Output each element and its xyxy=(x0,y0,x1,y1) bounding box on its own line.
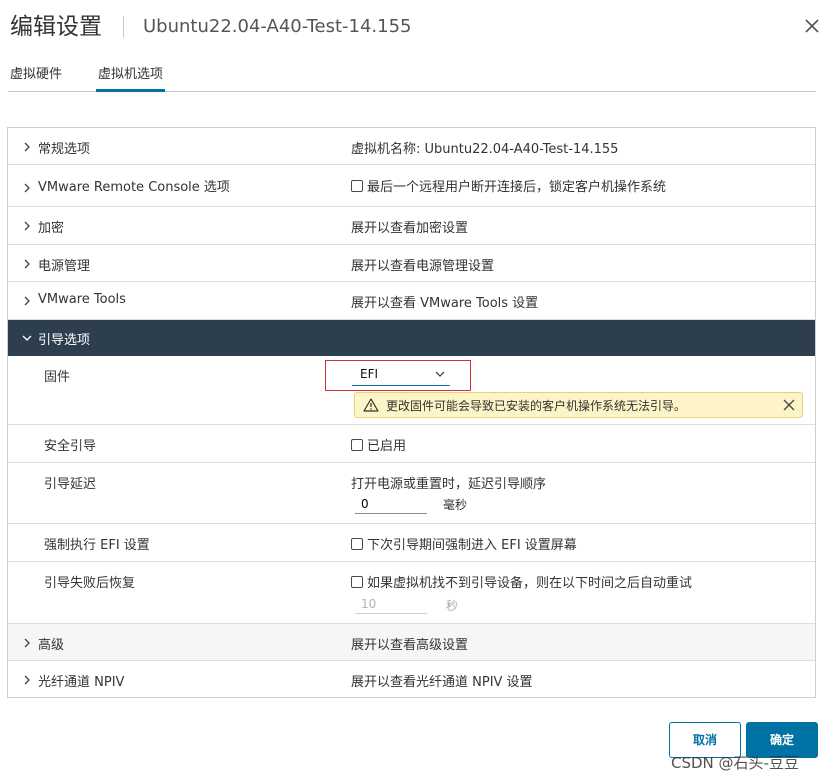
row-secure-boot: 安全引导 已启用 xyxy=(8,425,815,463)
chevron-right-icon xyxy=(21,141,33,153)
chevron-down-icon xyxy=(435,371,445,377)
boot-delay-input[interactable] xyxy=(355,494,427,514)
chevron-right-icon xyxy=(21,637,33,649)
secure-boot-enabled-label: 已启用 xyxy=(367,439,407,454)
section-label: 光纤通道 NPIV xyxy=(38,675,125,690)
tab-bar: 虚拟硬件 虚拟机选项 xyxy=(8,66,816,92)
vm-name-subtitle: Ubuntu22.04-A40-Test-14.155 xyxy=(143,16,412,37)
section-boot-options[interactable]: 引导选项 xyxy=(8,320,815,356)
section-fibre-channel-npiv[interactable]: 光纤通道 NPIV 展开以查看光纤通道 NPIV 设置 xyxy=(8,661,815,697)
firmware-highlight-box: EFI xyxy=(325,360,471,391)
warning-icon xyxy=(363,398,379,412)
settings-grid: 常规选项 虚拟机名称: Ubuntu22.04-A40-Test-14.155 … xyxy=(7,127,816,698)
section-value: 展开以查看 VMware Tools 设置 xyxy=(351,296,539,311)
dialog-title: 编辑设置 xyxy=(10,14,102,40)
section-value: 展开以查看高级设置 xyxy=(351,638,469,653)
vmrc-lock-checkbox[interactable] xyxy=(351,180,363,192)
section-general[interactable]: 常规选项 虚拟机名称: Ubuntu22.04-A40-Test-14.155 xyxy=(8,128,815,165)
failed-boot-option[interactable]: 如果虚拟机找不到引导设备，则在以下时间之后自动重试 xyxy=(351,572,692,591)
section-value: 虚拟机名称: Ubuntu22.04-A40-Test-14.155 xyxy=(351,142,619,157)
watermark-text: CSDN @石头-豆豆 xyxy=(671,754,799,772)
section-value: 展开以查看光纤通道 NPIV 设置 xyxy=(351,675,533,690)
close-icon[interactable] xyxy=(783,399,795,411)
chevron-right-icon xyxy=(21,674,33,686)
failed-boot-text: 如果虚拟机找不到引导设备，则在以下时间之后自动重试 xyxy=(367,576,693,591)
secure-boot-option[interactable]: 已启用 xyxy=(351,435,406,454)
force-efi-option[interactable]: 下次引导期间强制进入 EFI 设置屏幕 xyxy=(351,534,577,553)
force-efi-text: 下次引导期间强制进入 EFI 设置屏幕 xyxy=(367,538,577,553)
retry-delay-input[interactable] xyxy=(355,594,427,614)
firmware-label: 固件 xyxy=(44,370,71,385)
section-label: 引导选项 xyxy=(38,333,91,348)
section-label: 加密 xyxy=(38,221,65,236)
secure-boot-label: 安全引导 xyxy=(44,439,97,454)
section-value: 展开以查看加密设置 xyxy=(351,221,469,236)
section-advanced[interactable]: 高级 展开以查看高级设置 xyxy=(8,624,815,661)
firmware-select[interactable]: EFI xyxy=(352,366,450,386)
force-efi-checkbox[interactable] xyxy=(351,538,363,550)
close-icon[interactable] xyxy=(800,14,824,38)
section-label: 电源管理 xyxy=(38,259,91,274)
chevron-right-icon xyxy=(21,182,33,194)
chevron-down-icon xyxy=(21,332,33,344)
section-label: VMware Tools xyxy=(38,292,126,307)
tab-virtual-hardware[interactable]: 虚拟硬件 xyxy=(10,66,62,92)
firmware-value: EFI xyxy=(360,367,379,381)
title-divider xyxy=(123,16,124,38)
failed-boot-checkbox[interactable] xyxy=(351,576,363,588)
failed-boot-label: 引导失败后恢复 xyxy=(44,576,136,591)
section-label: 常规选项 xyxy=(38,142,91,157)
row-force-efi: 强制执行 EFI 设置 下次引导期间强制进入 EFI 设置屏幕 xyxy=(8,524,815,562)
firmware-warning-alert: 更改固件可能会导致已安装的客户机操作系统无法引导。 xyxy=(354,392,803,418)
row-boot-delay: 引导延迟 打开电源或重置时，延迟引导顺序 毫秒 xyxy=(8,463,815,524)
chevron-right-icon xyxy=(21,220,33,232)
section-value: 展开以查看电源管理设置 xyxy=(351,259,495,274)
warning-text: 更改固件可能会导致已安装的客户机操作系统无法引导。 xyxy=(386,399,687,413)
section-power-management[interactable]: 电源管理 展开以查看电源管理设置 xyxy=(8,245,815,282)
section-label: 高级 xyxy=(38,638,65,653)
vmrc-lock-label: 最后一个远程用户断开连接后，锁定客户机操作系统 xyxy=(367,180,667,195)
section-encryption[interactable]: 加密 展开以查看加密设置 xyxy=(8,207,815,245)
boot-delay-unit: 毫秒 xyxy=(443,498,468,512)
force-efi-label: 强制执行 EFI 设置 xyxy=(44,538,150,553)
boot-delay-label: 引导延迟 xyxy=(44,477,97,492)
chevron-right-icon xyxy=(21,258,33,270)
secure-boot-checkbox[interactable] xyxy=(351,439,363,451)
retry-delay-unit: 秒 xyxy=(446,599,459,613)
section-vmrc[interactable]: VMware Remote Console 选项 最后一个远程用户断开连接后，锁… xyxy=(8,165,815,207)
section-label: VMware Remote Console 选项 xyxy=(38,180,230,195)
boot-delay-description: 打开电源或重置时，延迟引导顺序 xyxy=(351,477,547,492)
row-failed-boot-recovery: 引导失败后恢复 如果虚拟机找不到引导设备，则在以下时间之后自动重试 秒 xyxy=(8,562,815,624)
section-vmware-tools[interactable]: VMware Tools 展开以查看 VMware Tools 设置 xyxy=(8,282,815,320)
tab-vm-options[interactable]: 虚拟机选项 xyxy=(96,66,166,92)
chevron-right-icon xyxy=(21,295,33,307)
vmrc-lock-option[interactable]: 最后一个远程用户断开连接后，锁定客户机操作系统 xyxy=(351,176,666,195)
